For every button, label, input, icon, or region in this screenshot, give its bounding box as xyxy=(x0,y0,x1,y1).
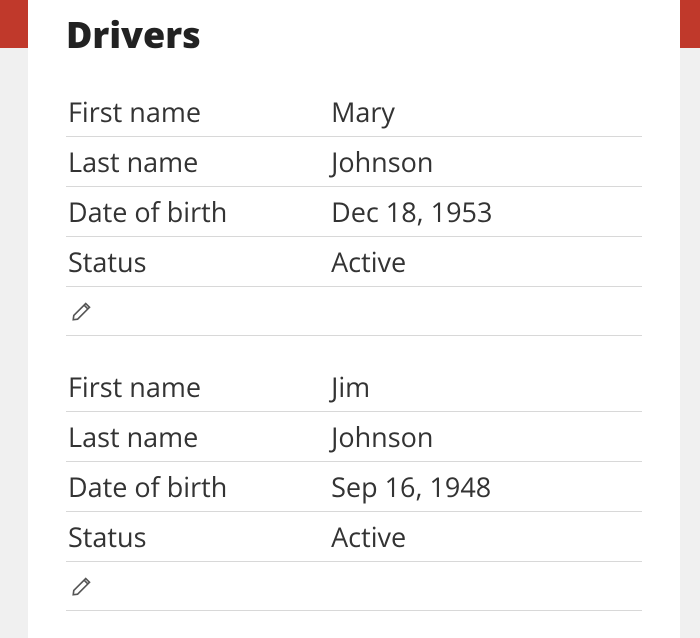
page-title: Drivers xyxy=(66,10,642,59)
driver-block: First name Jim Last name Johnson Date of… xyxy=(66,362,642,611)
edit-driver-button[interactable] xyxy=(68,570,98,600)
label-first-name: First name xyxy=(68,93,331,130)
header-bar-right xyxy=(680,0,700,48)
row-last-name: Last name Johnson xyxy=(66,137,642,187)
value-last-name: Johnson xyxy=(331,143,640,180)
row-last-name: Last name Johnson xyxy=(66,412,642,462)
value-dob: Dec 18, 1953 xyxy=(331,193,640,230)
row-first-name: First name Mary xyxy=(66,87,642,137)
label-last-name: Last name xyxy=(68,143,331,180)
row-dob: Date of birth Dec 18, 1953 xyxy=(66,187,642,237)
row-edit xyxy=(66,287,642,336)
value-last-name: Johnson xyxy=(331,418,640,455)
label-status: Status xyxy=(68,243,331,280)
row-first-name: First name Jim xyxy=(66,362,642,412)
drivers-card: Drivers First name Mary Last name Johnso… xyxy=(28,0,680,638)
pencil-icon xyxy=(70,297,96,323)
label-dob: Date of birth xyxy=(68,468,331,505)
label-status: Status xyxy=(68,518,331,555)
driver-block: First name Mary Last name Johnson Date o… xyxy=(66,87,642,336)
label-last-name: Last name xyxy=(68,418,331,455)
value-first-name: Jim xyxy=(331,368,640,405)
row-edit xyxy=(66,562,642,611)
row-status: Status Active xyxy=(66,512,642,562)
value-status: Active xyxy=(331,518,640,555)
header-bar-left xyxy=(0,0,28,48)
row-status: Status Active xyxy=(66,237,642,287)
value-status: Active xyxy=(331,243,640,280)
pencil-icon xyxy=(70,572,96,598)
value-dob: Sep 16, 1948 xyxy=(331,468,640,505)
row-dob: Date of birth Sep 16, 1948 xyxy=(66,462,642,512)
label-first-name: First name xyxy=(68,368,331,405)
edit-driver-button[interactable] xyxy=(68,295,98,325)
label-dob: Date of birth xyxy=(68,193,331,230)
value-first-name: Mary xyxy=(331,93,640,130)
